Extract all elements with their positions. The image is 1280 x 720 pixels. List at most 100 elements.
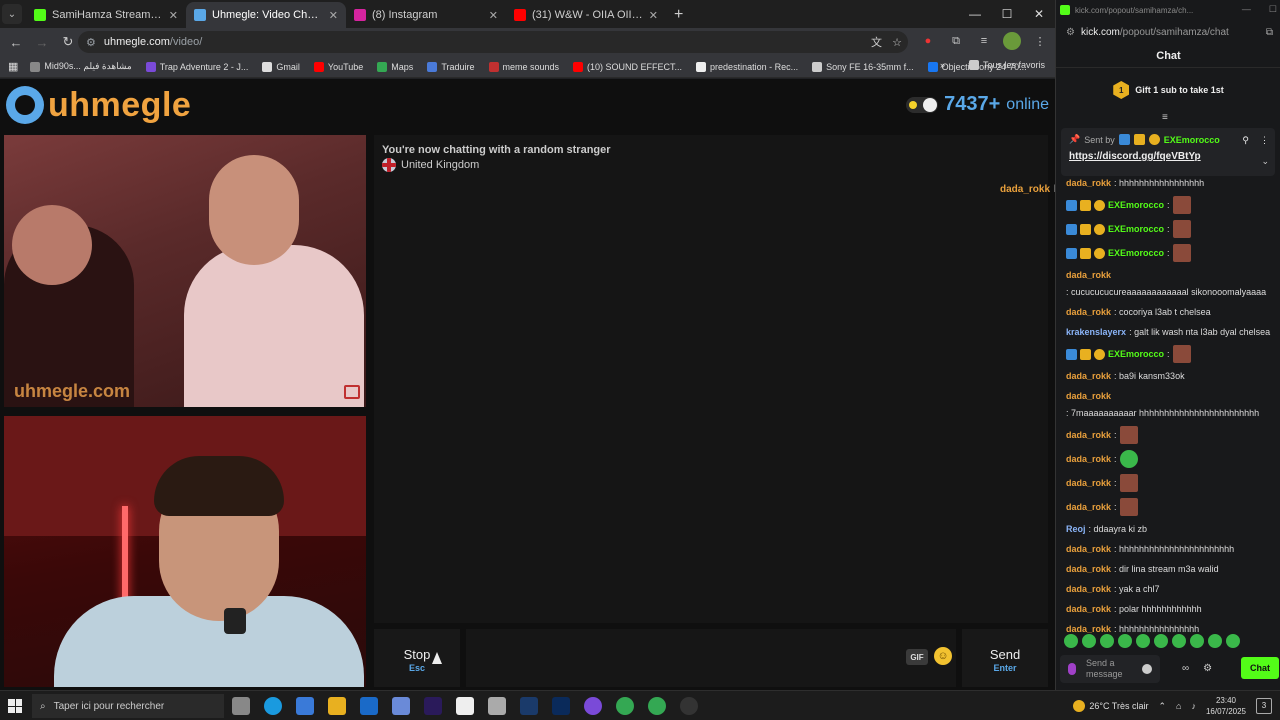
chat-username[interactable]: dada_rokk bbox=[1066, 542, 1111, 556]
chat-username[interactable]: dada_rokk bbox=[1066, 428, 1111, 442]
emote-icon[interactable] bbox=[1082, 634, 1096, 648]
reading-list-icon[interactable]: ≡ bbox=[975, 32, 993, 50]
theme-toggle[interactable] bbox=[906, 96, 939, 113]
site-info-icon[interactable]: ⚙ bbox=[1066, 27, 1075, 38]
bookmark-item[interactable]: Mid90s... مشاهدة فيلم bbox=[30, 61, 132, 72]
tab-close-icon[interactable]: ✕ bbox=[489, 9, 498, 22]
unpin-icon[interactable]: ⚲ bbox=[1242, 135, 1249, 146]
chat-username[interactable]: dada_rokk bbox=[1066, 176, 1111, 190]
bookmark-item[interactable]: YouTube bbox=[313, 61, 363, 72]
photoshop-icon[interactable] bbox=[552, 697, 570, 715]
tab-close-icon[interactable]: ✕ bbox=[329, 9, 338, 22]
report-flag-icon[interactable] bbox=[344, 385, 360, 399]
chat-username[interactable]: dada_rokk bbox=[1066, 389, 1111, 403]
send-button[interactable]: Send Enter bbox=[962, 629, 1048, 687]
chat-username[interactable]: dada_rokk bbox=[1066, 268, 1111, 282]
back-button[interactable]: ← bbox=[6, 32, 26, 52]
tab-close-icon[interactable]: ✕ bbox=[649, 9, 658, 22]
gif-button[interactable]: GIF bbox=[906, 649, 928, 665]
bookmark-item[interactable]: Trap Adventure 2 - J... bbox=[145, 61, 248, 72]
chat-username[interactable]: EXEmorocco bbox=[1108, 222, 1164, 236]
taskbar-search[interactable]: ⌕ Taper ici pour rechercher bbox=[32, 694, 224, 718]
emoji-icon[interactable]: ☺ bbox=[934, 647, 952, 665]
site-info-icon[interactable]: ⚙ bbox=[86, 36, 96, 49]
users-icon[interactable]: ∞ bbox=[1182, 663, 1189, 674]
expand-icon[interactable]: ≡ bbox=[1162, 112, 1168, 123]
settings-gear-icon[interactable]: ⚙ bbox=[1203, 663, 1212, 674]
tray-chevron-icon[interactable]: ⌃ bbox=[1158, 701, 1166, 712]
bookmarks-more-button[interactable]: » bbox=[940, 60, 945, 70]
volume-icon[interactable]: ♪ bbox=[1191, 701, 1196, 711]
browser-tab[interactable]: SamiHamza Stream - Watch Li...✕ bbox=[26, 2, 186, 28]
emote-icon[interactable] bbox=[1190, 634, 1204, 648]
pinned-user[interactable]: EXEmorocco bbox=[1164, 135, 1220, 145]
bookmark-item[interactable]: Traduire bbox=[427, 61, 475, 72]
bookmark-item[interactable]: Gmail bbox=[262, 61, 300, 72]
emote-icon[interactable] bbox=[1100, 634, 1114, 648]
reload-button[interactable]: ↻ bbox=[58, 32, 78, 52]
emote-icon[interactable] bbox=[1118, 634, 1132, 648]
clock[interactable]: 23:40 16/07/2025 bbox=[1206, 695, 1246, 717]
chevron-down-icon[interactable]: ⌄ bbox=[1261, 156, 1269, 167]
app3-icon[interactable] bbox=[520, 697, 538, 715]
address-bar[interactable]: ⚙ uhmegle.com/video/ 文 ☆ bbox=[78, 31, 908, 53]
pinned-link[interactable]: https://discord.gg/fqeVBtYp bbox=[1069, 151, 1267, 162]
bookmark-item[interactable]: meme sounds bbox=[488, 61, 559, 72]
outlook-icon[interactable] bbox=[360, 697, 378, 715]
emote-icon[interactable] bbox=[1136, 634, 1150, 648]
chat-username[interactable]: dada_rokk bbox=[1066, 602, 1111, 616]
kick-minimize-button[interactable]: — bbox=[1242, 4, 1251, 15]
chat-username[interactable]: EXEmorocco bbox=[1108, 347, 1164, 361]
chrome-icon-2[interactable] bbox=[648, 697, 666, 715]
tab-close-icon[interactable]: ✕ bbox=[169, 9, 178, 22]
popout-icon[interactable]: ⧉ bbox=[1266, 27, 1273, 38]
store-icon[interactable] bbox=[296, 697, 314, 715]
new-tab-button[interactable]: + bbox=[674, 6, 683, 24]
minimize-button[interactable]: — bbox=[959, 0, 991, 28]
maximize-button[interactable]: ☐ bbox=[991, 0, 1023, 28]
menu-kebab-icon[interactable]: ⋮ bbox=[1031, 32, 1049, 50]
profile-avatar[interactable] bbox=[1003, 32, 1021, 50]
browser-tab[interactable]: (8) Instagram ✕ bbox=[346, 2, 506, 28]
app-icon[interactable] bbox=[392, 697, 410, 715]
extension-icon[interactable]: ● bbox=[919, 32, 937, 50]
chat-username[interactable]: dada_rokk bbox=[1066, 476, 1111, 490]
stop-button[interactable]: Stop Esc bbox=[374, 629, 460, 687]
more-options-icon[interactable]: ⋮ bbox=[1260, 135, 1269, 146]
browser-tab[interactable]: Uhmegle: Video Chat | Ome✕ bbox=[186, 2, 346, 28]
chat-username[interactable]: EXEmorocco bbox=[1108, 246, 1164, 260]
edge-icon[interactable] bbox=[264, 697, 282, 715]
bookmark-item[interactable]: Maps bbox=[377, 61, 413, 72]
weather-widget[interactable]: 26°C Très clair bbox=[1073, 700, 1148, 712]
emoji-icon[interactable] bbox=[1142, 664, 1152, 674]
kick-url-bar[interactable]: ⚙ kick.com/popout/samihamza/chat ⧉ bbox=[1056, 22, 1280, 42]
gift-sub-banner[interactable]: 1 Gift 1 sub to take 1st bbox=[1056, 78, 1280, 102]
bookmark-star-icon[interactable]: ☆ bbox=[892, 36, 902, 49]
chat-username[interactable]: dada_rokk bbox=[1066, 500, 1111, 514]
chat-username[interactable]: dada_rokk bbox=[1066, 369, 1111, 383]
discord-icon[interactable] bbox=[584, 697, 602, 715]
capcut-icon[interactable] bbox=[456, 697, 474, 715]
explorer-icon[interactable] bbox=[328, 697, 346, 715]
notifications-icon[interactable]: 3 bbox=[1256, 698, 1272, 714]
chat-username[interactable]: dada_rokk bbox=[1066, 305, 1111, 319]
forward-button[interactable]: → bbox=[32, 32, 52, 52]
close-window-button[interactable]: ✕ bbox=[1023, 0, 1055, 28]
obs-icon[interactable] bbox=[680, 697, 698, 715]
app2-icon[interactable] bbox=[488, 697, 506, 715]
kick-maximize-button[interactable]: ☐ bbox=[1269, 4, 1277, 15]
chat-username[interactable]: EXEmorocco bbox=[1108, 198, 1164, 212]
chat-input[interactable]: Send a message bbox=[1060, 655, 1160, 683]
network-icon[interactable]: ⌂ bbox=[1176, 701, 1181, 711]
uhmegle-logo[interactable]: uhmegle bbox=[6, 85, 191, 125]
start-button[interactable] bbox=[8, 699, 22, 713]
emote-icon[interactable] bbox=[1226, 634, 1240, 648]
extensions-puzzle-icon[interactable]: ⧉ bbox=[947, 32, 965, 50]
all-favorites-folder[interactable]: Tous les favoris bbox=[968, 60, 1045, 70]
microphone-icon[interactable] bbox=[1068, 663, 1076, 675]
chat-username[interactable]: dada_rokk bbox=[1066, 582, 1111, 596]
message-input[interactable]: GIF ☺ bbox=[466, 629, 956, 687]
chat-username[interactable]: dada_rokk bbox=[1066, 452, 1111, 466]
premiere-icon[interactable] bbox=[424, 697, 442, 715]
apps-grid-icon[interactable]: ▦ bbox=[8, 60, 18, 73]
